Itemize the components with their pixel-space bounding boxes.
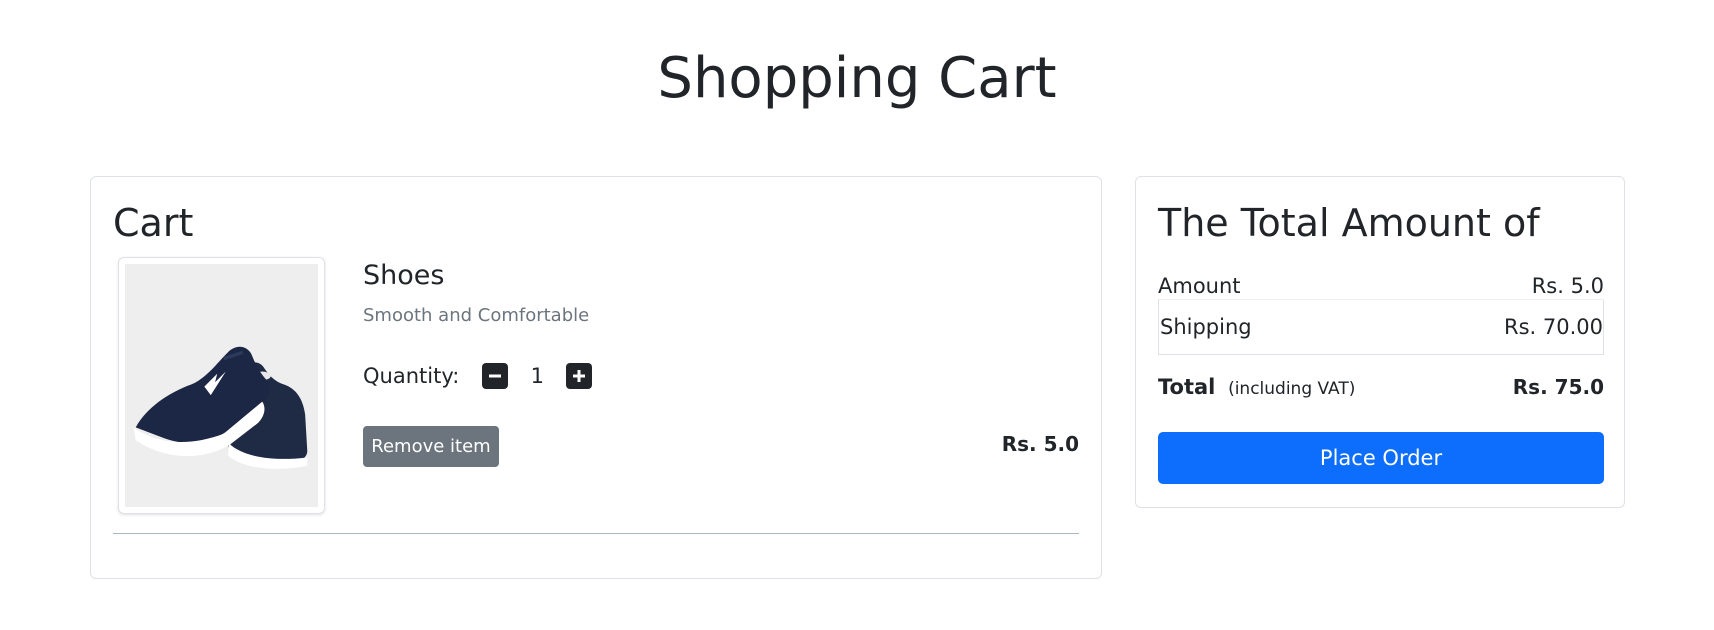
cart-card: Cart Shoes Smooth and Comfortable Quanti… [90, 176, 1102, 579]
product-image [118, 257, 325, 514]
order-summary-card: The Total Amount of Amount Rs. 5.0 Shipp… [1135, 176, 1625, 508]
page-title: Shopping Cart [657, 46, 1057, 111]
shoes-image [125, 266, 318, 505]
quantity-control: Quantity: 1 [363, 361, 593, 391]
quantity-label: Quantity: [363, 364, 460, 388]
place-order-button[interactable]: Place Order [1158, 432, 1604, 484]
cart-heading: Cart [113, 201, 194, 245]
amount-value: Rs. 5.0 [1531, 274, 1604, 298]
shipping-value: Rs. 70.00 [1503, 315, 1603, 339]
product-description: Smooth and Comfortable [363, 305, 590, 326]
summary-heading: The Total Amount of [1158, 201, 1540, 245]
total-row: Total (including VAT) Rs. 75.0 [1158, 367, 1604, 407]
minus-square-icon[interactable] [482, 363, 509, 389]
remove-item-button[interactable]: Remove item [363, 426, 499, 467]
amount-label: Amount [1158, 274, 1241, 298]
plus-square-icon[interactable] [566, 363, 593, 389]
shipping-label: Shipping [1160, 315, 1252, 339]
total-note: (including VAT) [1228, 379, 1356, 399]
divider [113, 533, 1079, 534]
total-label-group: Total (including VAT) [1158, 375, 1355, 399]
total-label: Total [1158, 375, 1216, 399]
quantity-value: 1 [530, 364, 544, 388]
item-price: Rs. 5.0 [1001, 432, 1079, 456]
shipping-row: Shipping Rs. 70.00 [1158, 299, 1604, 355]
product-name: Shoes [363, 260, 445, 291]
total-value: Rs. 75.0 [1512, 375, 1604, 399]
